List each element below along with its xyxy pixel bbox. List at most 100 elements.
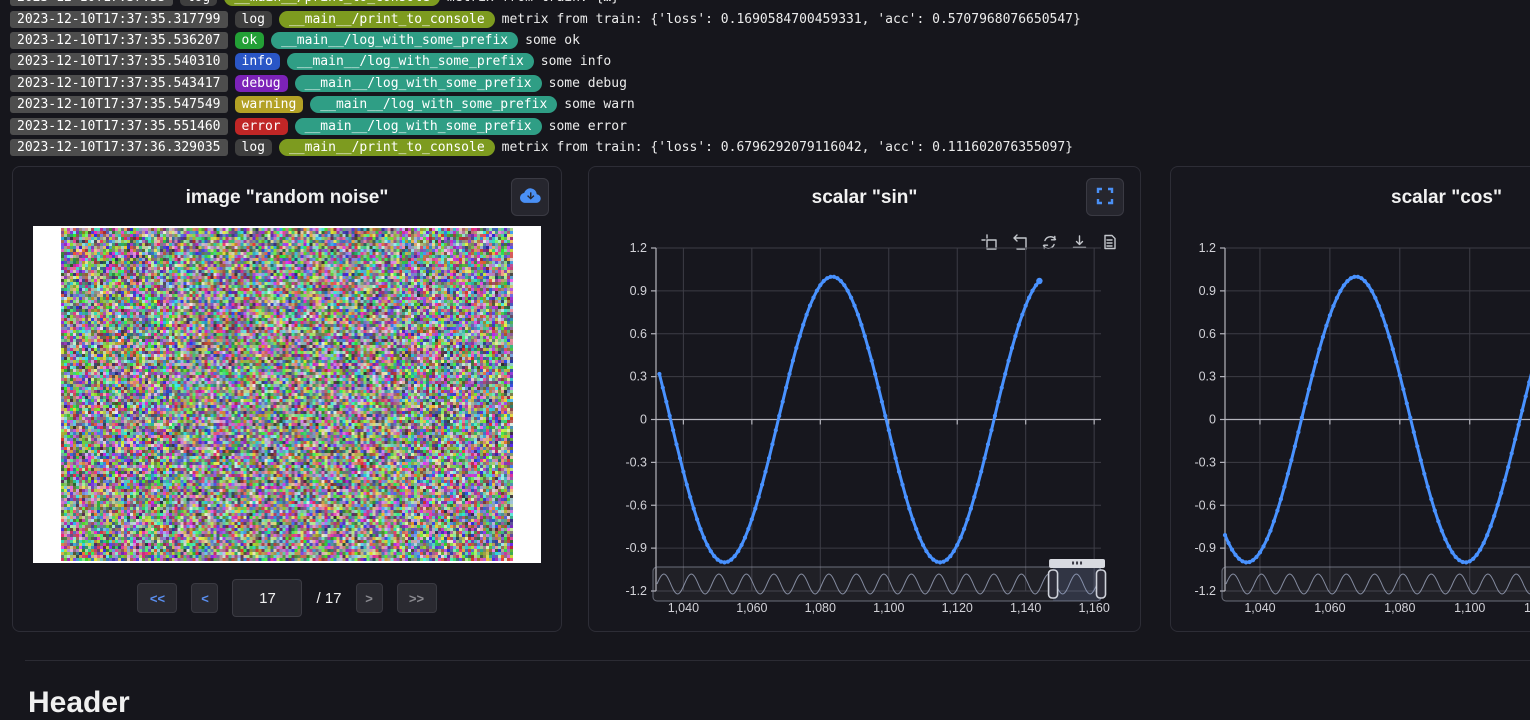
first-page-button[interactable]: << [137, 583, 177, 613]
data-point [1391, 347, 1395, 351]
data-point [702, 536, 706, 540]
last-data-point [1036, 278, 1042, 284]
y-tick-label: 0.3 [1199, 370, 1216, 384]
page-total-label: / 17 [316, 590, 341, 607]
data-point [822, 279, 826, 283]
zoom-reset-icon[interactable] [1014, 235, 1026, 249]
data-point [863, 334, 867, 338]
image-pager: << < / 17 > >> [13, 579, 561, 617]
data-point [1328, 313, 1332, 317]
data-point [698, 527, 702, 531]
data-point [719, 560, 723, 564]
datazoom-window[interactable] [1053, 567, 1101, 601]
log-message: metrix from train: {…} [447, 0, 619, 5]
data-point [1422, 472, 1426, 476]
log-level-badge: error [235, 118, 288, 135]
data-point [1342, 283, 1346, 287]
image-card: image "random noise" << < / 17 > >> [12, 166, 562, 632]
log-row: 2023-12-10T17:37:36.329035log__main__/pr… [10, 137, 1530, 158]
image-matte [33, 226, 541, 563]
data-point [856, 313, 860, 317]
data-point [1286, 472, 1290, 476]
data-point [962, 527, 966, 531]
data-point [1030, 289, 1034, 293]
log-level-badge: log [235, 11, 272, 28]
data-point [1321, 335, 1325, 339]
data-point [818, 283, 822, 287]
data-point [1475, 553, 1479, 557]
datazoom-handle[interactable] [1049, 570, 1058, 598]
data-point [1450, 550, 1454, 554]
data-point [1010, 346, 1014, 350]
data-point [979, 470, 983, 474]
data-point [1426, 485, 1430, 489]
log-message: some ok [525, 33, 580, 48]
data-point [1513, 437, 1517, 441]
log-row: 2023-12-10T17:37:35.536207ok__main__/log… [10, 30, 1530, 51]
data-point [1412, 430, 1416, 434]
data-point [1317, 347, 1321, 351]
datazoom-handle[interactable] [1097, 570, 1106, 598]
data-point [1398, 373, 1402, 377]
data-point [1366, 283, 1370, 287]
data-point [1489, 524, 1493, 528]
y-tick-label: -1.2 [625, 584, 647, 598]
area-zoom-icon[interactable] [982, 235, 996, 249]
page-number-input[interactable] [232, 579, 302, 617]
data-point [972, 495, 976, 499]
data-point [1027, 296, 1031, 300]
data-point [705, 543, 709, 547]
data-point [657, 372, 661, 376]
data-point [887, 428, 891, 432]
data-point [996, 400, 1000, 404]
sin-chart-plot[interactable]: 1.20.90.60.30-0.3-0.6-0.9-1.21,0401,0601… [589, 231, 1142, 633]
save-image-icon[interactable] [1074, 236, 1086, 248]
data-point [1377, 304, 1381, 308]
cos-chart-card: scalar "cos" 1.20.90.60.30-0.3-0.6-0.9-1… [1170, 166, 1530, 632]
data-point [685, 483, 689, 487]
data-point [1300, 416, 1304, 420]
data-point [1401, 387, 1405, 391]
data-point [1384, 324, 1388, 328]
data-point [781, 400, 785, 404]
data-point [1233, 553, 1237, 557]
data-point [750, 517, 754, 521]
prev-page-button[interactable]: < [191, 583, 218, 613]
log-prefix-pill: __main__/log_with_some_prefix [271, 32, 518, 49]
cos-chart-plot[interactable]: 1.20.90.60.30-0.3-0.6-0.9-1.21,0401,0601… [1171, 231, 1530, 633]
data-point [1324, 324, 1328, 328]
log-row: 2023-12-10T17:37:35.540310info__main__/l… [10, 51, 1530, 72]
last-page-button[interactable]: >> [397, 583, 437, 613]
data-point [763, 470, 767, 474]
data-point [798, 334, 802, 338]
datazoom-slider[interactable] [653, 559, 1106, 601]
data-point [1331, 304, 1335, 308]
data-point [1520, 408, 1524, 412]
data-point [767, 456, 771, 460]
data-point [1506, 465, 1510, 469]
noise-image [61, 228, 513, 561]
data-point [880, 400, 884, 404]
data-point [664, 400, 668, 404]
data-point [791, 359, 795, 363]
x-tick-label: 1,060 [736, 601, 767, 615]
y-tick-label: 0.6 [1199, 327, 1216, 341]
datazoom-slider[interactable] [1222, 559, 1530, 601]
data-point [907, 507, 911, 511]
data-point [1370, 289, 1374, 293]
next-page-button[interactable]: > [356, 583, 383, 613]
data-point [914, 527, 918, 531]
data-point [1251, 558, 1255, 562]
data-view-icon[interactable] [1105, 236, 1115, 249]
data-point [736, 549, 740, 553]
cloud-download-button[interactable] [511, 178, 549, 216]
restore-icon[interactable] [1044, 237, 1056, 249]
y-tick-label: 0.6 [630, 327, 647, 341]
log-prefix-pill: __main__/log_with_some_prefix [310, 96, 557, 113]
x-tick-label: 1,100 [873, 601, 904, 615]
data-point [873, 372, 877, 376]
image-card-header: image "random noise" [13, 167, 561, 231]
section-divider [25, 660, 1530, 661]
move-handle-grip-dot [1076, 562, 1078, 565]
fullscreen-button[interactable] [1086, 178, 1124, 216]
